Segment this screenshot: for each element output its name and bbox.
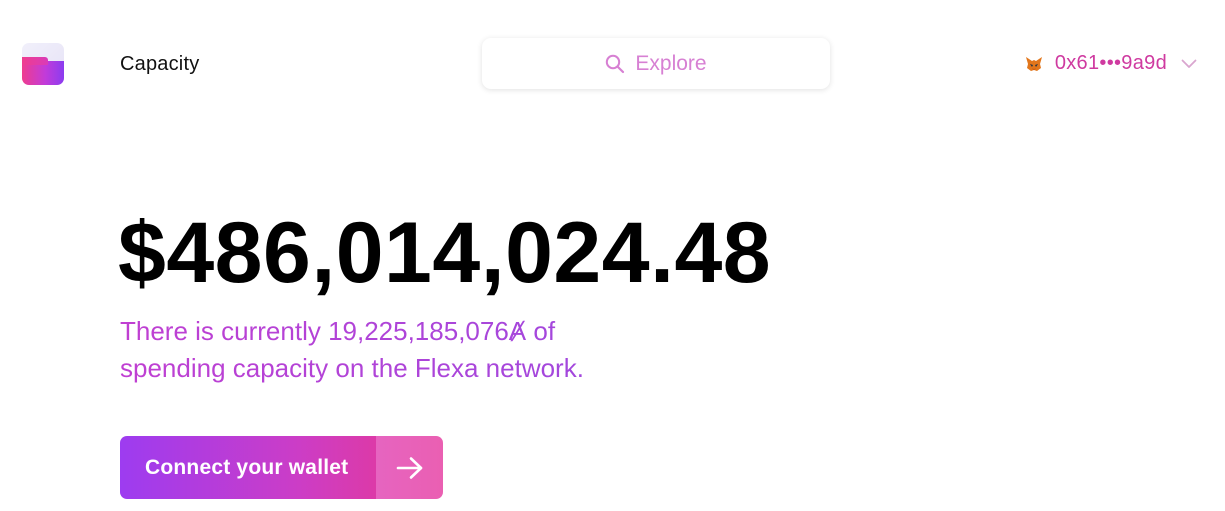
description-line-1: There is currently 19,225,185,076Ⱥ of: [120, 316, 556, 346]
chevron-down-icon[interactable]: [1181, 59, 1197, 69]
flexa-logo-icon[interactable]: [22, 43, 64, 85]
wallet-account-menu[interactable]: 0x61•••9a9d: [1025, 52, 1197, 75]
explore-search-button[interactable]: Explore: [482, 38, 830, 89]
metamask-fox-icon: [1025, 56, 1042, 71]
description-line-2: spending capacity on the Flexa network.: [120, 353, 584, 383]
arrow-right-icon: [396, 456, 422, 479]
logo-gradient: [22, 57, 64, 85]
explore-label: Explore: [635, 51, 707, 75]
page-title: Capacity: [120, 53, 200, 75]
connect-wallet-arrow-area[interactable]: [376, 436, 443, 499]
connect-wallet-button[interactable]: Connect your wallet: [120, 436, 443, 499]
search-icon: [606, 54, 625, 73]
wallet-address: 0x61•••9a9d: [1054, 52, 1167, 74]
capacity-description: There is currently 19,225,185,076Ⱥ of sp…: [120, 313, 680, 387]
connect-wallet-label-area[interactable]: Connect your wallet: [120, 436, 376, 499]
connect-wallet-label: Connect your wallet: [145, 455, 349, 479]
capacity-amount: $486,014,024.48: [118, 205, 772, 301]
